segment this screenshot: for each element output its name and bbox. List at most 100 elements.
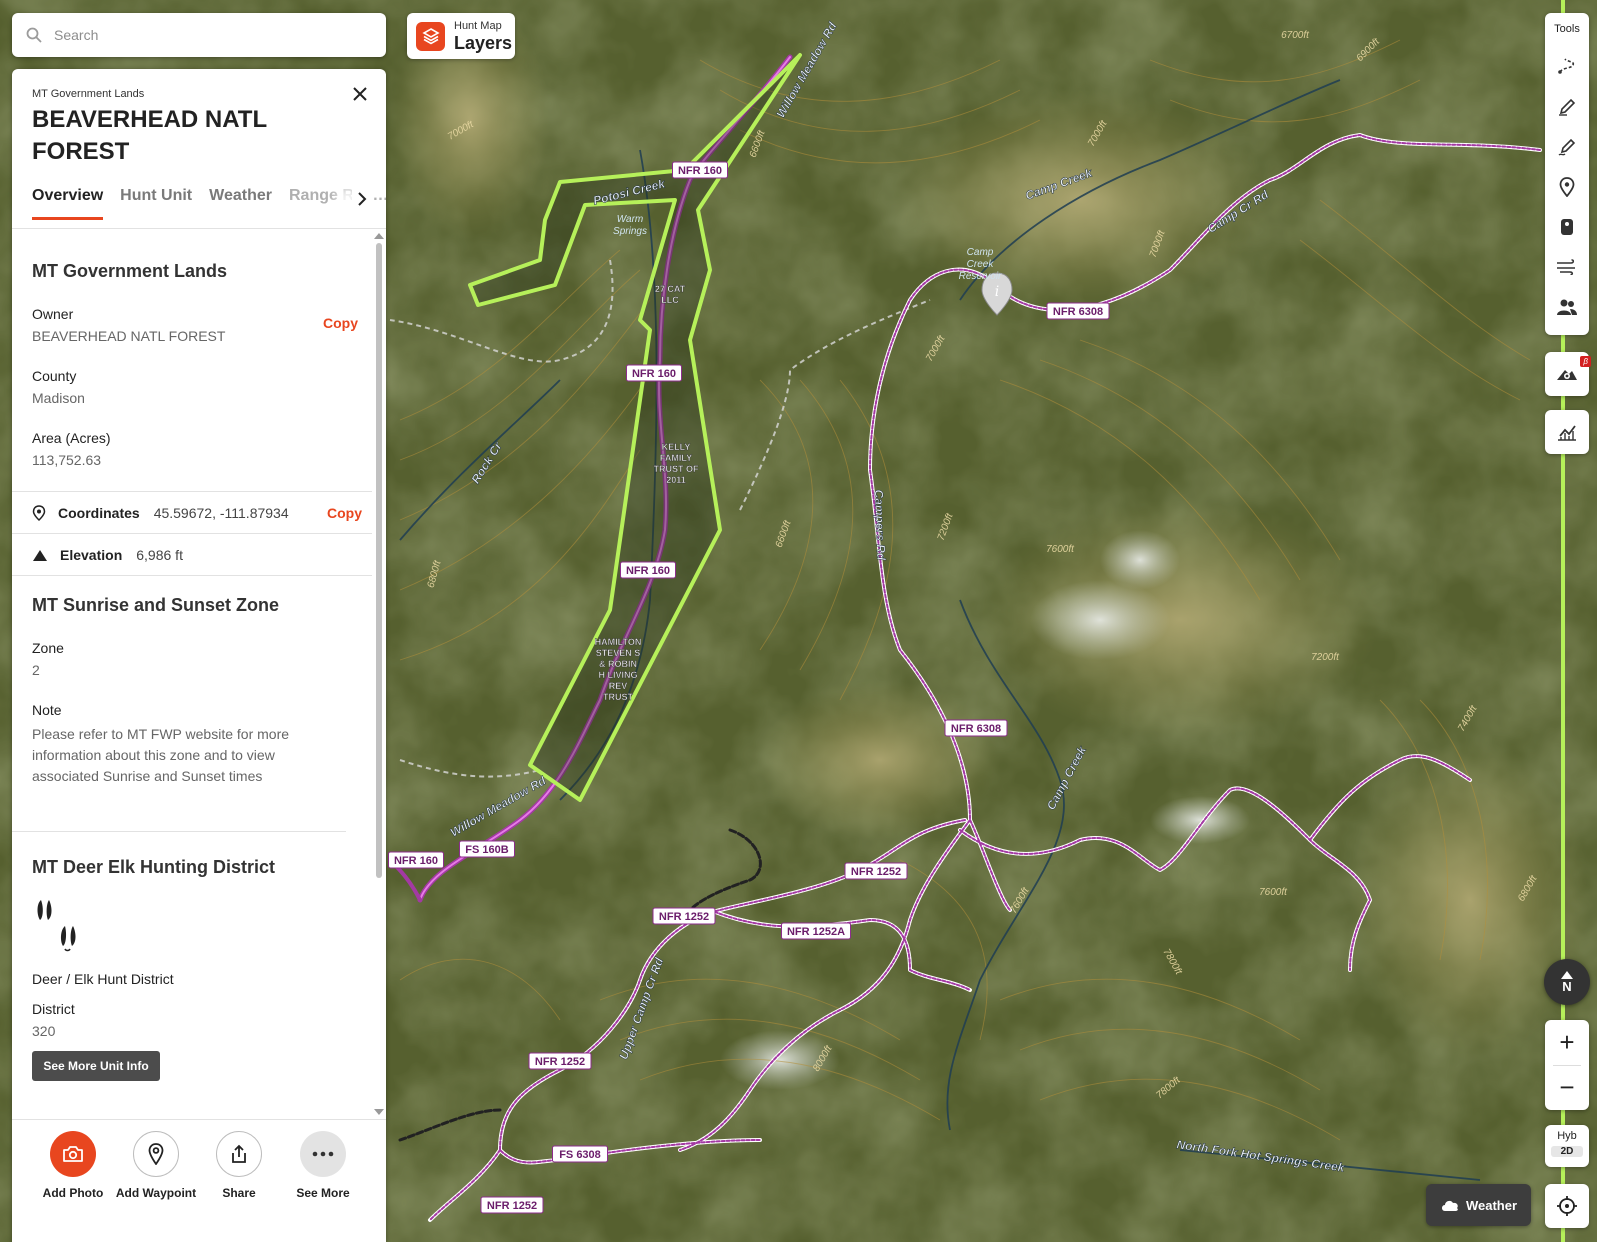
zoom-out-button[interactable]: −	[1545, 1065, 1589, 1110]
waypoint-icon	[133, 1131, 179, 1177]
chart-icon	[1558, 425, 1576, 441]
basemap-label: Hyb	[1557, 1130, 1577, 1142]
svg-text:STEVEN S: STEVEN S	[596, 648, 641, 658]
basemap-mode: 2D	[1551, 1146, 1583, 1157]
share-label: Share	[222, 1186, 256, 1200]
panel-actions: Add Photo Add Waypoint Share See More	[12, 1119, 386, 1242]
svg-text:NFR 160: NFR 160	[678, 165, 722, 177]
divider	[12, 831, 346, 832]
route-icon[interactable]	[1555, 53, 1579, 77]
svg-text:FAMILY: FAMILY	[660, 453, 692, 463]
share-button[interactable]: Share	[194, 1131, 284, 1200]
divider	[12, 533, 372, 534]
weather-button[interactable]: Weather	[1426, 1184, 1531, 1226]
county-label: County	[32, 368, 77, 384]
coordinates-value: 45.59672, -111.87934	[153, 505, 289, 521]
contour-label: 6700ft	[1281, 30, 1310, 41]
see-more-button[interactable]: See More	[278, 1131, 368, 1200]
draw-line-icon[interactable]	[1555, 135, 1579, 159]
see-more-label: See More	[296, 1186, 350, 1200]
see-more-unit-info-button[interactable]: See More Unit Info	[32, 1051, 160, 1081]
copy-owner-button[interactable]: Copy	[323, 315, 358, 331]
panel-body: MT Government Lands Owner BEAVERHEAD NAT…	[12, 229, 372, 1102]
mountain-icon	[33, 550, 47, 561]
compass-button[interactable]: N	[1544, 959, 1590, 1005]
svg-text:Springs: Springs	[613, 226, 647, 237]
svg-text:H LIVING: H LIVING	[598, 670, 637, 680]
svg-text:NFR 160: NFR 160	[394, 855, 438, 867]
search-icon	[26, 27, 42, 43]
road-label: FS 6308	[552, 1145, 608, 1163]
panel-scrollbar[interactable]	[374, 229, 384, 1119]
terrain-3d-button[interactable]: β	[1545, 352, 1591, 396]
divider	[12, 575, 372, 576]
county-value: Madison	[32, 390, 85, 406]
compass-north-label: N	[1562, 978, 1572, 994]
users-icon[interactable]	[1555, 295, 1579, 319]
search-input[interactable]	[54, 27, 354, 43]
tools-panel: Tools	[1545, 13, 1589, 335]
svg-text:NFR 160: NFR 160	[626, 565, 670, 577]
camera-icon	[50, 1131, 96, 1177]
area-field: Area (Acres) 113,752.63	[32, 430, 352, 468]
road-label: NFR 1252A	[781, 922, 851, 940]
pencil-icon[interactable]	[1555, 95, 1579, 119]
weather-cloud-icon	[1441, 1200, 1458, 1211]
pin-icon[interactable]	[1555, 175, 1579, 199]
wind-icon[interactable]	[1555, 255, 1579, 279]
close-icon	[353, 87, 367, 101]
sunrise-heading: MT Sunrise and Sunset Zone	[32, 595, 280, 615]
svg-text:NFR 6308: NFR 6308	[951, 723, 1001, 735]
road-label: NFR 6308	[944, 719, 1008, 737]
svg-text:Reservoir: Reservoir	[959, 271, 1002, 282]
close-button[interactable]	[348, 82, 372, 106]
note-label: Note	[32, 702, 62, 718]
add-photo-button[interactable]: Add Photo	[28, 1131, 118, 1200]
svg-text:NFR 1252: NFR 1252	[851, 866, 901, 878]
panel-tabs: Overview Hunt Unit Weather Range Rad…	[32, 187, 386, 229]
coordinates-label: Coordinates	[58, 505, 140, 521]
county-field: County Madison	[32, 368, 352, 406]
svg-text:2011: 2011	[666, 475, 686, 485]
contour-label: 7600ft	[1046, 544, 1075, 555]
svg-text:NFR 1252: NFR 1252	[487, 1200, 537, 1212]
scroll-up-arrow[interactable]	[374, 233, 384, 239]
svg-text:NFR 6308: NFR 6308	[1053, 306, 1103, 318]
layers-title: Layers	[454, 32, 513, 53]
area-value: 113,752.63	[32, 452, 102, 468]
copy-coordinates-button[interactable]: Copy	[327, 505, 362, 521]
road-label: FS 160B	[459, 840, 515, 858]
hoof-print-icon	[32, 898, 352, 959]
search-bar[interactable]	[12, 13, 386, 57]
tab-hunt-unit[interactable]: Hunt Unit	[120, 187, 192, 217]
elevation-profile-button[interactable]	[1545, 410, 1589, 454]
tab-overview[interactable]: Overview	[32, 187, 104, 220]
panel-header: MT Government Lands BEAVERHEAD NATL FORE…	[12, 69, 386, 229]
road-label: NFR 1252	[652, 907, 716, 925]
crosshair-icon	[1557, 1196, 1577, 1216]
road-label: NFR 160	[626, 364, 682, 382]
layers-button[interactable]: Hunt Map Layers	[407, 13, 515, 59]
place-label: WarmSprings	[613, 214, 647, 237]
zone-label: Zone	[32, 640, 64, 656]
area-label: Area (Acres)	[32, 430, 111, 446]
elevation-value: 6,986 ft	[136, 547, 183, 563]
add-waypoint-button[interactable]: Add Waypoint	[111, 1131, 201, 1200]
scroll-down-arrow[interactable]	[374, 1109, 384, 1115]
zoom-in-button[interactable]: +	[1545, 1020, 1589, 1065]
zoom-control: + −	[1545, 1020, 1589, 1110]
tabs-next-button[interactable]	[352, 188, 372, 210]
locate-button[interactable]	[1545, 1184, 1589, 1228]
road-label: NFR 160	[672, 161, 728, 179]
owner-label: Owner	[32, 306, 74, 322]
marker-icon[interactable]	[1555, 215, 1579, 239]
beta-badge: β	[1580, 356, 1591, 367]
tab-weather[interactable]: Weather	[209, 187, 272, 217]
basemap-toggle[interactable]: Hyb 2D	[1545, 1125, 1589, 1167]
scroll-thumb[interactable]	[376, 243, 382, 878]
compass-arrow-icon	[1561, 970, 1573, 979]
coordinates-row: Coordinates 45.59672, -111.87934 Copy	[32, 502, 362, 524]
add-photo-label: Add Photo	[42, 1186, 104, 1200]
layers-subtitle: Hunt Map	[454, 19, 502, 32]
road-label: NFR 6308	[1046, 302, 1110, 320]
